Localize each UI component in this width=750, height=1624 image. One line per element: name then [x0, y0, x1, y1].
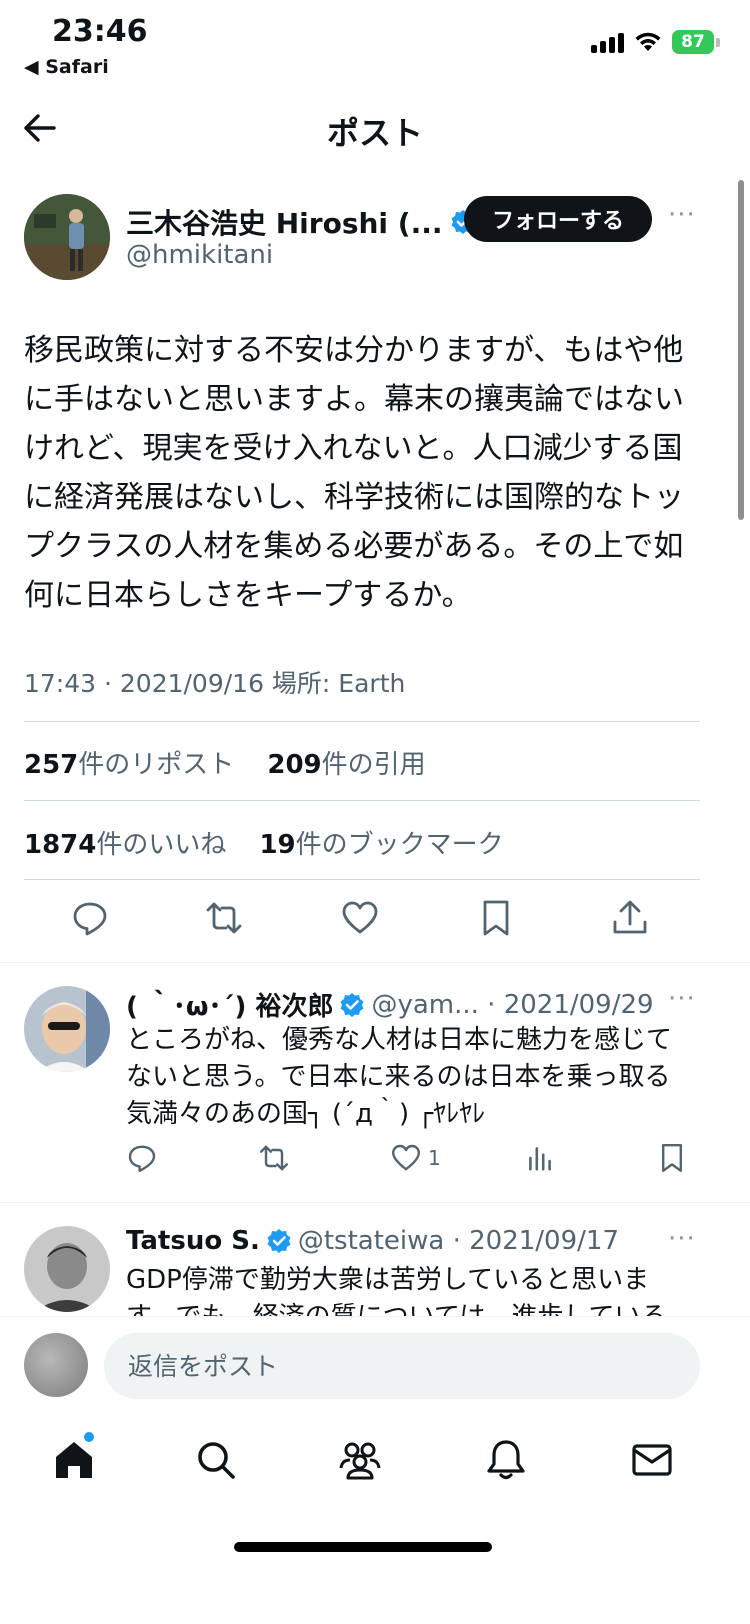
bookmark-icon[interactable]: [476, 898, 516, 938]
analytics-icon[interactable]: [524, 1142, 556, 1174]
reply-item[interactable]: ( ｀･ω･´) 裕次郎 @yam... · 2021/09/29 ··· とこ…: [0, 978, 750, 1198]
verified-badge-icon: [267, 1229, 291, 1253]
back-to-safari[interactable]: ◀ Safari: [24, 56, 109, 78]
quotes-label: 件の引用: [321, 750, 426, 780]
avatar[interactable]: [24, 194, 110, 280]
post-timestamp: 17:43 · 2021/09/16 場所: Earth: [24, 669, 406, 698]
reply-header: Tatsuo S. @tstateiwa · 2021/09/17: [126, 1226, 619, 1256]
likes-stat[interactable]: 1874件のいいね: [24, 830, 226, 860]
reply-handle-date: @yam... · 2021/09/29: [371, 989, 654, 1020]
reply-input[interactable]: [104, 1333, 700, 1399]
reply-handle-date: @tstateiwa · 2021/09/17: [297, 1226, 619, 1256]
page-title: ポスト: [326, 114, 423, 152]
avatar[interactable]: [24, 986, 110, 1072]
reply-text: ところがね、優秀な人材は日本に魅力を感じて ないと思う。で日本に来るのは日本を乗…: [126, 1025, 673, 1129]
divider: [0, 1202, 750, 1203]
battery-icon: 87: [672, 30, 720, 54]
quotes-count: 209: [267, 750, 322, 780]
reply-icon[interactable]: [126, 1142, 158, 1174]
reply-author-name[interactable]: Tatsuo S.: [126, 1226, 260, 1256]
notification-dot: [84, 1432, 94, 1442]
bookmarks-count: 19: [259, 830, 296, 860]
author-handle[interactable]: @hmikitani: [126, 240, 273, 270]
follow-button[interactable]: フォローする: [464, 196, 652, 242]
like-bookmark-stats: 1874件のいいね 19件のブックマーク: [24, 824, 504, 861]
header: ポスト: [0, 90, 750, 170]
reposts-stat[interactable]: 257件のリポスト: [24, 750, 234, 780]
reply-icon[interactable]: [70, 898, 110, 938]
reply-author-name[interactable]: ( ｀･ω･´) 裕次郎: [126, 986, 333, 1023]
divider: [24, 879, 700, 880]
reposts-count: 257: [24, 750, 79, 780]
communities-icon[interactable]: [338, 1438, 382, 1482]
home-icon[interactable]: [52, 1438, 96, 1482]
home-indicator[interactable]: [234, 1542, 492, 1552]
avatar[interactable]: [24, 1333, 88, 1397]
status-time: 23:46: [52, 14, 148, 49]
avatar[interactable]: [24, 1226, 110, 1312]
divider: [24, 800, 700, 801]
share-icon[interactable]: [610, 898, 650, 938]
verified-badge-icon: [340, 992, 364, 1017]
post-author: 三木谷浩史 Hiroshi (... @hmikitani フォローする ···: [24, 194, 724, 284]
reply-header: ( ｀･ω･´) 裕次郎 @yam... · 2021/09/29: [126, 986, 654, 1023]
search-icon[interactable]: [194, 1438, 238, 1482]
status-bar: 23:46 ◀ Safari 87: [0, 0, 750, 90]
battery-level: 87: [672, 30, 714, 54]
bookmarks-stat[interactable]: 19件のブックマーク: [259, 830, 503, 860]
reply-text: GDP停滞で勤労大衆は苦労していると思いま す。でも、経済の質については、進歩し…: [126, 1265, 667, 1316]
repost-quote-stats: 257件のリポスト 209件の引用: [24, 744, 426, 781]
more-icon[interactable]: ···: [668, 984, 696, 1014]
more-icon[interactable]: ···: [668, 1224, 696, 1254]
author-name[interactable]: 三木谷浩史 Hiroshi (...: [126, 202, 476, 242]
author-name-text: 三木谷浩史 Hiroshi (...: [126, 207, 443, 240]
like-button[interactable]: 1: [390, 1142, 441, 1174]
reply-composer: [0, 1316, 750, 1416]
like-icon: [392, 1144, 420, 1171]
messages-icon[interactable]: [630, 1438, 674, 1482]
quotes-stat[interactable]: 209件の引用: [267, 750, 425, 780]
post-actions: [0, 890, 750, 962]
signal-icon: [591, 31, 624, 53]
reply-actions: 1: [126, 1142, 706, 1182]
wifi-icon: [635, 32, 661, 51]
repost-icon[interactable]: [204, 898, 244, 938]
reposts-label: 件のリポスト: [78, 750, 235, 780]
likes-label: 件のいいね: [96, 830, 227, 860]
bookmarks-label: 件のブックマーク: [295, 830, 504, 860]
likes-count: 1874: [24, 830, 97, 860]
post-text: 移民政策に対する不安は分かりますが、もはや他 に手はないと思いますよ。幕末の攘夷…: [24, 333, 684, 613]
divider: [24, 721, 700, 722]
divider: [0, 962, 750, 963]
reply-item[interactable]: Tatsuo S. @tstateiwa · 2021/09/17 ··· GD…: [0, 1218, 750, 1316]
status-indicators: 87: [591, 30, 720, 54]
bookmark-icon[interactable]: [656, 1142, 688, 1174]
notifications-icon[interactable]: [484, 1438, 528, 1482]
like-icon[interactable]: [340, 898, 380, 938]
scrollbar[interactable]: [738, 180, 744, 520]
tab-bar: [0, 1416, 750, 1516]
more-icon[interactable]: ···: [668, 200, 696, 230]
repost-icon[interactable]: [258, 1142, 290, 1174]
like-count: 1: [428, 1146, 441, 1170]
